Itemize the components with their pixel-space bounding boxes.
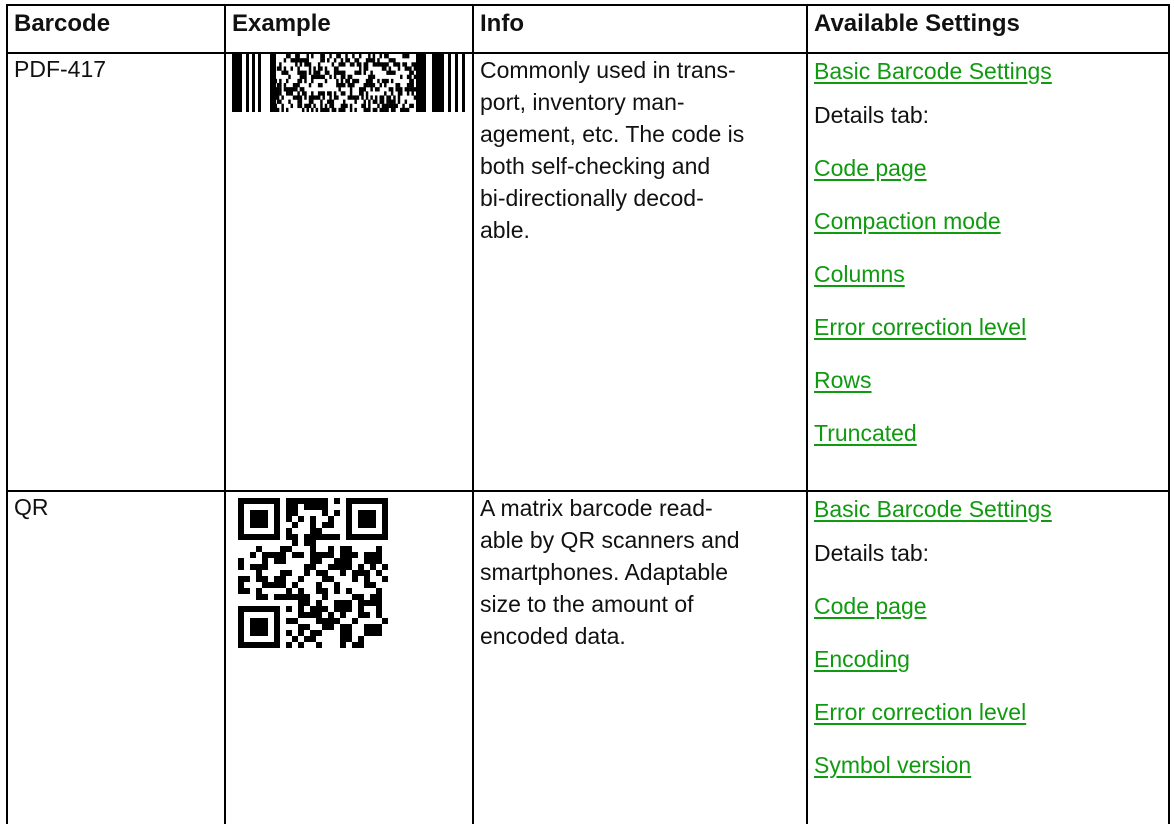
barcode-name: QR (6, 490, 226, 824)
setting-link-code-page[interactable]: Code page (814, 586, 1162, 626)
info-line: bi-directionally decod- (480, 185, 704, 211)
header-example: Example (224, 4, 474, 54)
pdf417-barcode-image (232, 54, 465, 112)
setting-link-truncated[interactable]: Truncated (814, 413, 1162, 453)
setting-link-rows[interactable]: Rows (814, 360, 1162, 400)
info-cell: A matrix barcode read- able by QR scanne… (472, 490, 808, 824)
table-header-row: Barcode Example Info Available Settings (6, 4, 1170, 54)
info-line: able. (480, 217, 530, 243)
info-line: port, inventory man- (480, 89, 685, 115)
setting-link-code-page[interactable]: Code page (814, 148, 1162, 188)
info-line: Commonly used in trans- (480, 57, 736, 83)
available-settings-cell: Basic Barcode Settings Details tab: Code… (806, 490, 1170, 824)
header-available-settings: Available Settings (806, 4, 1170, 54)
info-cell: Commonly used in trans- port, inventory … (472, 52, 808, 492)
details-tab-label: Details tab: (814, 102, 930, 128)
info-line: both self-checking and (480, 153, 711, 179)
info-line: agement, etc. The code is (480, 121, 745, 147)
info-line: A matrix barcode read- (480, 495, 713, 521)
table-row: PDF-417 Commonly used in trans- port, in… (6, 52, 1170, 492)
setting-link-compaction-mode[interactable]: Compaction mode (814, 201, 1162, 241)
settings-list: Code page Encoding Error correction leve… (814, 586, 1162, 785)
setting-link-symbol-version[interactable]: Symbol version (814, 745, 1162, 785)
basic-barcode-settings-link[interactable]: Basic Barcode Settings (814, 54, 1162, 88)
setting-link-columns[interactable]: Columns (814, 254, 1162, 294)
info-line: able by QR scanners and (480, 527, 740, 553)
table-row: QR A matrix barcode read- able by QR sca… (6, 490, 1170, 824)
info-line: smartphones. Adaptable (480, 559, 729, 585)
setting-link-error-correction-level[interactable]: Error correction level (814, 307, 1162, 347)
qr-code-image (238, 498, 388, 648)
setting-link-encoding[interactable]: Encoding (814, 639, 1162, 679)
basic-barcode-settings-link[interactable]: Basic Barcode Settings (814, 492, 1162, 526)
settings-list: Code page Compaction mode Columns Error … (814, 148, 1162, 453)
details-tab-label: Details tab: (814, 540, 930, 566)
header-info: Info (472, 4, 808, 54)
info-line: encoded data. (480, 623, 626, 649)
info-line: size to the amount of (480, 591, 694, 617)
header-barcode: Barcode (6, 4, 226, 54)
barcode-name: PDF-417 (6, 52, 226, 492)
example-cell (224, 490, 474, 824)
barcode-table: Barcode Example Info Available Settings … (6, 4, 1170, 824)
example-cell (224, 52, 474, 492)
available-settings-cell: Basic Barcode Settings Details tab: Code… (806, 52, 1170, 492)
setting-link-error-correction-level[interactable]: Error correction level (814, 692, 1162, 732)
